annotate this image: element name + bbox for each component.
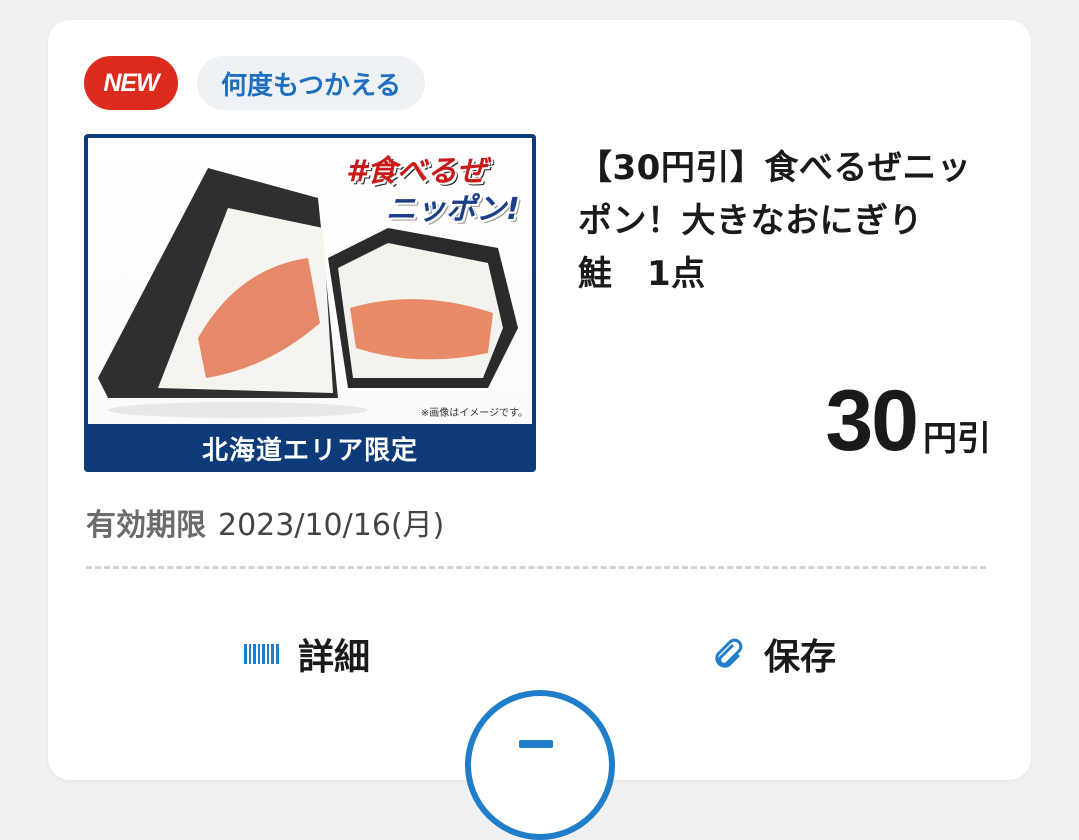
image-tag-line2: ニッポン! — [386, 192, 520, 227]
coupon-card: NEW 何度もつかえる #食べるぜ ニッポン! ※画像はイメージです。 北海道エ… — [48, 20, 1031, 780]
expiry-info: 有効期限 2023/10/16(月) — [86, 500, 444, 544]
area-limited-caption: 北海道エリア限定 — [84, 424, 536, 472]
paperclip-icon — [710, 636, 746, 672]
discount-amount: 30 — [825, 373, 919, 469]
product-title[interactable]: 【30円引】食べるぜニッポン！大きなおにぎり 鮭 1点 — [578, 142, 978, 301]
expiry-date: 2023/10/16(月) — [218, 508, 445, 543]
floating-action-button[interactable] — [465, 690, 615, 840]
new-badge: NEW — [84, 56, 178, 110]
detail-button[interactable]: 詳細 — [244, 628, 370, 680]
discount-unit: 円引 — [923, 419, 991, 459]
reusable-badge: 何度もつかえる — [197, 56, 426, 110]
expiry-label: 有効期限 — [86, 508, 206, 543]
discount-price: 30 円引 — [825, 378, 991, 464]
image-note: ※画像はイメージです。 — [420, 408, 528, 419]
product-image[interactable]: #食べるぜ ニッポン! ※画像はイメージです。 北海道エリア限定 — [84, 134, 536, 472]
dashed-divider — [86, 566, 986, 569]
barcode-icon — [244, 642, 280, 666]
save-button[interactable]: 保存 — [710, 628, 836, 680]
detail-label: 詳細 — [298, 637, 371, 678]
save-label: 保存 — [764, 637, 837, 678]
